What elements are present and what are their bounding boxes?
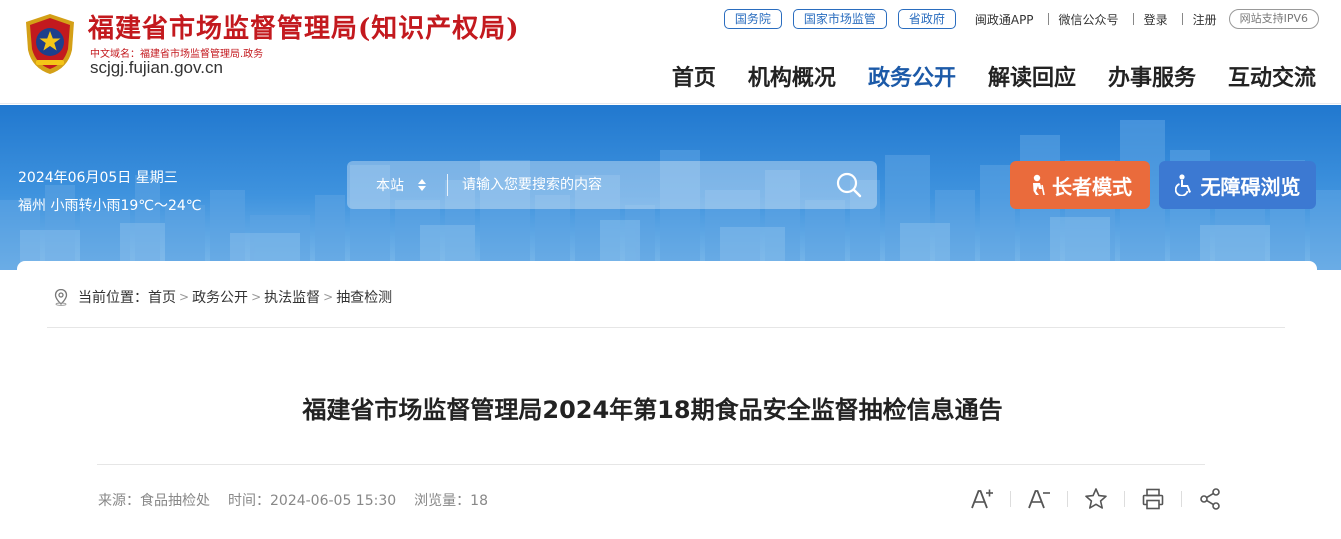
national-emblem-logo[interactable] <box>22 12 78 76</box>
favorite-button[interactable] <box>1082 485 1110 513</box>
link-wechat[interactable]: 微信公众号 <box>1059 11 1119 28</box>
star-icon <box>1085 488 1107 509</box>
font-decrease-icon <box>1028 490 1050 509</box>
elder-mode-button[interactable]: 长者模式 <box>1010 161 1150 209</box>
nav-interaction[interactable]: 互动交流 <box>1228 60 1316 92</box>
article-views: 浏览量：18 <box>414 493 488 509</box>
article-tools <box>968 485 1224 513</box>
login-link[interactable]: 登录 <box>1144 11 1168 28</box>
nav-services[interactable]: 办事服务 <box>1108 60 1196 92</box>
link-app[interactable]: 闽政通APP <box>975 11 1034 28</box>
divider <box>1181 491 1182 507</box>
nav-home[interactable]: 首页 <box>672 60 716 92</box>
search-scope-label: 本站 <box>376 178 404 194</box>
register-link[interactable]: 注册 <box>1193 11 1217 28</box>
divider <box>1124 491 1125 507</box>
top-links: 国务院 国家市场监管 省政府 闽政通APP 微信公众号 登录 注册 网站支持IP… <box>723 8 1319 30</box>
breadcrumb-separator: > <box>251 290 262 304</box>
breadcrumb-separator: > <box>179 290 190 304</box>
font-increase-button[interactable] <box>968 485 996 513</box>
location-pin-icon <box>52 288 70 306</box>
print-button[interactable] <box>1139 485 1167 513</box>
nav-about[interactable]: 机构概况 <box>748 60 836 92</box>
divider <box>1010 491 1011 507</box>
english-domain: scjgj.fujian.gov.cn <box>90 58 223 77</box>
accessibility-label: 无障碍浏览 <box>1200 174 1301 199</box>
breadcrumb-inspection[interactable]: 抽查检测 <box>336 287 392 307</box>
divider <box>1181 13 1183 25</box>
breadcrumb: 当前位置： 首页 > 政务公开 > 执法监督 > 抽查检测 <box>52 287 392 307</box>
breadcrumb-gov-affairs[interactable]: 政务公开 <box>192 287 248 307</box>
wheelchair-icon <box>1174 174 1195 196</box>
divider <box>1047 13 1049 25</box>
main-nav: 首页 机构概况 政务公开 解读回应 办事服务 互动交流 <box>640 60 1316 92</box>
site-header: 福建省市场监督管理局(知识产权局) 中文域名：福建省市场监督管理局.政务 scj… <box>0 0 1341 104</box>
link-state-council[interactable]: 国务院 <box>723 9 782 29</box>
elder-mode-label: 长者模式 <box>1052 174 1132 199</box>
divider <box>1132 13 1134 25</box>
link-provincial-gov[interactable]: 省政府 <box>897 9 956 29</box>
content-card: 当前位置： 首页 > 政务公开 > 执法监督 > 抽查检测 福建省市场监督管理局… <box>17 261 1317 539</box>
link-samr[interactable]: 国家市场监管 <box>792 9 887 29</box>
print-icon <box>1142 488 1164 510</box>
article-title: 福建省市场监督管理局2024年第18期食品安全监督抽检信息通告 <box>302 396 1003 424</box>
weather-text: 福州 小雨转小雨19℃～24℃ <box>18 198 202 214</box>
search-button[interactable] <box>821 161 877 209</box>
accessibility-button[interactable]: 无障碍浏览 <box>1159 161 1316 209</box>
divider <box>47 327 1285 328</box>
nav-gov-affairs[interactable]: 政务公开 <box>868 60 956 92</box>
search-icon <box>836 172 862 198</box>
font-increase-icon <box>971 489 993 509</box>
date-text: 2024年06月05日 星期三 <box>18 170 178 186</box>
article-source: 来源：食品抽检处 <box>98 493 210 509</box>
nav-interpretation[interactable]: 解读回应 <box>988 60 1076 92</box>
elder-icon <box>1028 174 1046 196</box>
divider <box>97 464 1205 465</box>
site-title[interactable]: 福建省市场监督管理局(知识产权局) <box>88 8 520 45</box>
breadcrumb-prefix: 当前位置： <box>78 290 148 306</box>
ipv6-badge: 网站支持IPV6 <box>1228 9 1319 29</box>
share-icon <box>1200 488 1220 510</box>
share-button[interactable] <box>1196 485 1224 513</box>
search-input[interactable] <box>448 161 821 209</box>
divider <box>1067 491 1068 507</box>
search-scope-select[interactable]: 本站 <box>347 161 447 209</box>
font-decrease-button[interactable] <box>1025 485 1053 513</box>
breadcrumb-separator: > <box>323 290 334 304</box>
article-time: 时间：2024-06-05 15:30 <box>228 493 397 509</box>
breadcrumb-enforcement[interactable]: 执法监督 <box>264 287 320 307</box>
search-bar: 本站 <box>347 161 877 209</box>
banner: 2024年06月05日 星期三 福州 小雨转小雨19℃～24℃ 本站 长者模式 <box>0 105 1341 270</box>
article-meta: 来源：食品抽检处 时间：2024-06-05 15:30 浏览量：18 <box>98 490 506 510</box>
sort-arrows-icon <box>418 179 426 191</box>
breadcrumb-home[interactable]: 首页 <box>148 287 176 307</box>
